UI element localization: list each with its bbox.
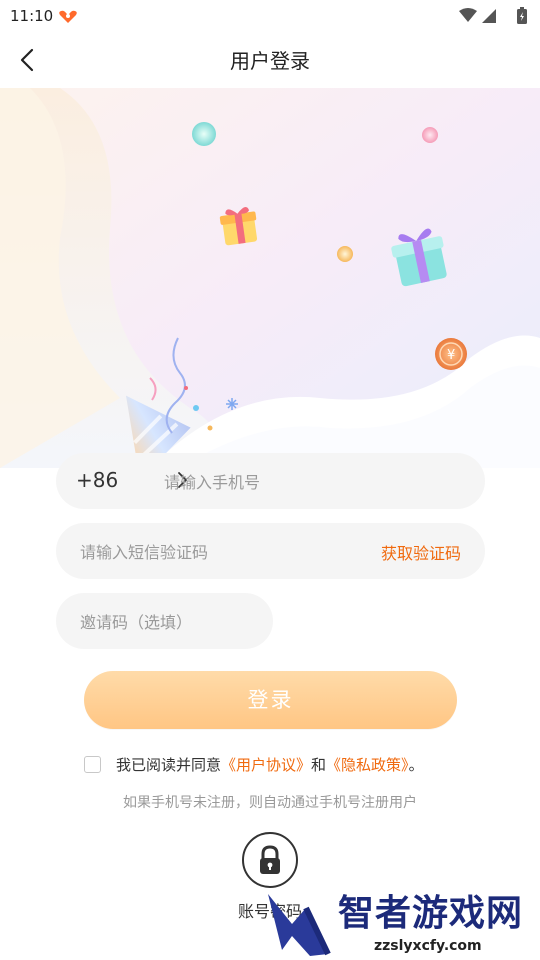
agreement-text: 我已阅读并同意《用户协议》和《隐私政策》。 xyxy=(116,754,424,775)
get-code-button[interactable]: 获取验证码 xyxy=(381,540,461,564)
nav-bar: 用户登录 xyxy=(0,32,540,88)
page-title: 用户登录 xyxy=(230,49,310,73)
invite-code-field xyxy=(56,593,273,649)
user-agreement-link[interactable]: 《用户协议》 xyxy=(221,756,311,774)
hero-illustration: ¥ xyxy=(0,88,540,468)
app-notification-icon xyxy=(58,9,78,28)
agreement-prefix: 我已阅读并同意 xyxy=(116,756,222,774)
register-hint: 如果手机号未注册，则自动通过手机号注册用户 xyxy=(123,795,417,811)
battery-icon xyxy=(516,7,528,29)
sms-code-field: 获取验证码 xyxy=(56,523,485,579)
invite-code-input[interactable] xyxy=(78,609,262,635)
sms-code-input[interactable] xyxy=(78,539,342,565)
watermark-logo-icon xyxy=(268,894,331,956)
agreement-and: 和 xyxy=(311,756,327,774)
agreement-checkbox[interactable] xyxy=(84,756,101,773)
watermark-url: zzslyxcfy.com xyxy=(374,938,482,954)
svg-text:¥: ¥ xyxy=(447,348,455,363)
watermark: 智者游戏网 zzslyxcfy.com xyxy=(262,878,540,960)
signal-icons xyxy=(458,7,508,29)
phone-input[interactable] xyxy=(162,469,456,495)
watermark-title: 智者游戏网 xyxy=(338,893,524,934)
agreement-suffix: 。 xyxy=(408,756,424,774)
privacy-policy-link[interactable]: 《隐私政策》 xyxy=(326,756,409,774)
login-button[interactable]: 登录 xyxy=(84,671,457,729)
country-code-selector[interactable]: +86 xyxy=(76,468,118,492)
status-bar: 11:10 xyxy=(0,0,540,32)
status-time: 11:10 xyxy=(10,7,54,25)
phone-field: +86 xyxy=(56,453,485,509)
